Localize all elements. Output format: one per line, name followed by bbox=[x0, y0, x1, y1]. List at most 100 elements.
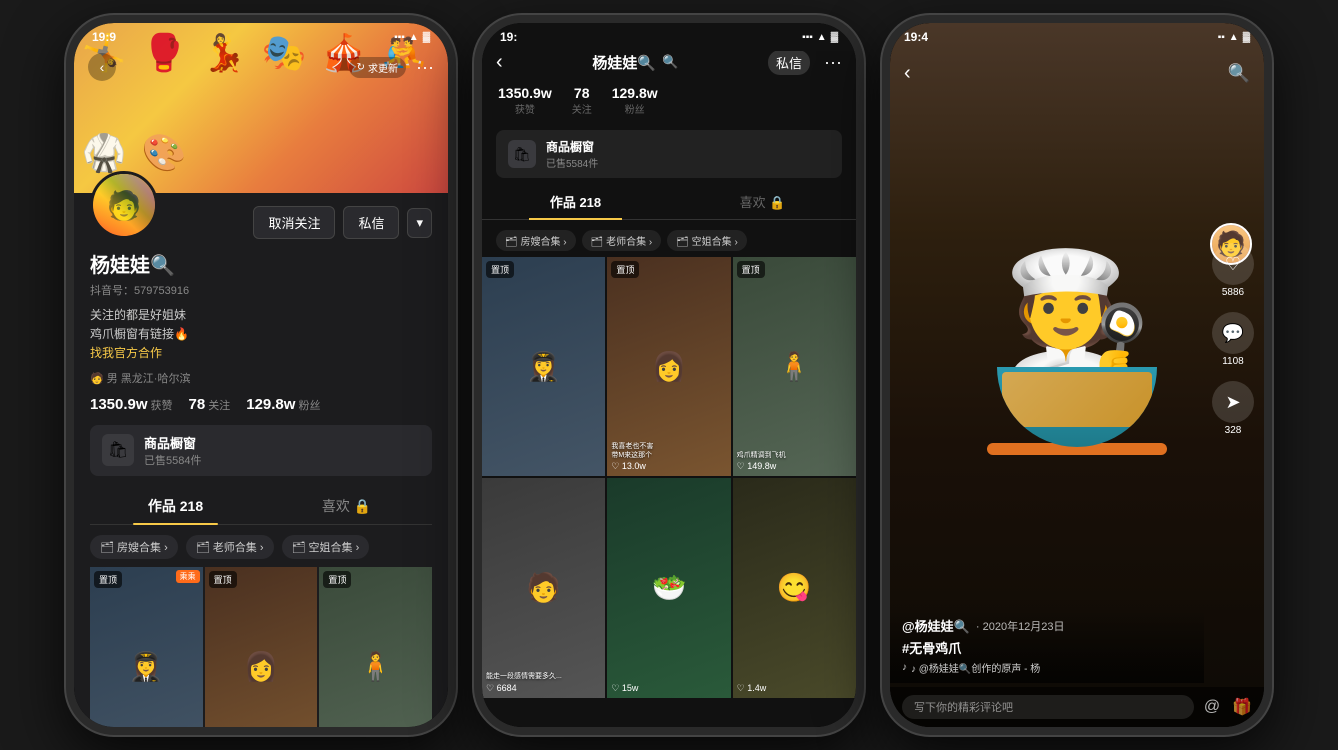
ph2-thumb-5[interactable]: 🥗 ♡ 15w bbox=[607, 478, 730, 697]
update-icon: ↻ bbox=[357, 62, 365, 73]
ph2-chip-3[interactable]: 🗂 空姐合集 › bbox=[667, 230, 747, 251]
battery-icon: ▓ bbox=[423, 32, 430, 43]
tab-works[interactable]: 作品 218 bbox=[90, 488, 261, 524]
share-button[interactable]: ➤ bbox=[1212, 381, 1254, 423]
music-icon: ♪ bbox=[902, 662, 907, 673]
avatar: 🧑 bbox=[90, 171, 158, 239]
profile-header: ‹ ↻ 求更新 ··· bbox=[74, 47, 448, 87]
tabs-row: 作品 218 喜欢 🔒 bbox=[90, 488, 432, 525]
shop-icon: 🛍 bbox=[102, 434, 134, 466]
signal-icon: ▪▪▪ bbox=[394, 32, 405, 43]
phone2-actions: 私信 ··· bbox=[768, 50, 842, 75]
pin-badge: 置顶 bbox=[209, 571, 237, 588]
ph2-shop-sold: 已售5584件 bbox=[546, 155, 598, 170]
followers-stat: 129.8w 粉丝 bbox=[246, 396, 320, 413]
more-options-button[interactable]: ··· bbox=[416, 57, 434, 78]
ph2-thumb-6[interactable]: 😋 ♡ 1.4w bbox=[733, 478, 856, 697]
bio: 关注的都是好姐妹 鸡爪橱窗有链接🔥 找我官方合作 bbox=[90, 306, 432, 364]
bowl-container bbox=[920, 367, 1234, 527]
ph3-username: @杨娃娃🔍 bbox=[902, 616, 970, 635]
chip-teacher[interactable]: 🗂 老师合集 › bbox=[186, 535, 274, 559]
shop-sold: 已售5584件 bbox=[144, 452, 201, 468]
video-thumb-1[interactable]: 👩‍✈️ 置顶 乘乘 bbox=[90, 567, 203, 727]
dm-button-2[interactable]: 私信 bbox=[768, 50, 810, 75]
ph3-header: ‹ 🔍 bbox=[890, 51, 1264, 95]
shop-row[interactable]: 🛍 商品橱窗 已售5584件 bbox=[90, 425, 432, 476]
tab-likes[interactable]: 喜欢 🔒 bbox=[261, 488, 432, 524]
wifi-icon-3: ▲ bbox=[1229, 32, 1239, 43]
battery-icon-3: ▓ bbox=[1243, 32, 1250, 43]
ph3-status-bar: 19:4 ▪▪ ▲ ▓ bbox=[890, 23, 1264, 51]
video-content: 🧑‍🍳 bbox=[890, 23, 1264, 647]
battery-icon: ▓ bbox=[831, 32, 838, 43]
pin-badge: 置顶 bbox=[486, 261, 514, 278]
signal-icon-3: ▪▪ bbox=[1218, 32, 1225, 43]
phone2-content: 19: ▪▪▪ ▲ ▓ ‹ 杨娃娃🔍 🔍 私信 ··· bbox=[482, 23, 856, 727]
unfollow-button[interactable]: 取消关注 bbox=[253, 206, 335, 239]
ph2-chips: 🗂 房嫂合集 › 🗂 老师合集 › 🗂 空姐合集 › bbox=[482, 224, 856, 257]
pin-badge: 置顶 bbox=[94, 571, 122, 588]
chip-housewife[interactable]: 🗂 房嫂合集 › bbox=[90, 535, 178, 559]
ph2-thumb-1[interactable]: 👩‍✈️ 置顶 bbox=[482, 257, 605, 476]
ph2-likes-stat: 1350.9w 获赞 bbox=[498, 85, 552, 116]
update-button[interactable]: ↻ 求更新 bbox=[349, 57, 406, 78]
ph2-thumb-4[interactable]: 🧑 能走一段感情需要多久... ♡ 6684 bbox=[482, 478, 605, 697]
dm-button[interactable]: 私信 bbox=[343, 206, 399, 239]
at-button[interactable]: @ bbox=[1204, 698, 1220, 716]
ph2-stats: 1350.9w 获赞 78 关注 129.8w 粉丝 bbox=[482, 77, 856, 124]
pin-badge: 置顶 bbox=[611, 261, 639, 278]
emoji-button[interactable]: 🎁 bbox=[1232, 697, 1252, 717]
video-grid: 👩‍✈️ 置顶 乘乘 👩 我喜老也不害带M来这那个 置顶 🧍 置顶 🧑 bbox=[90, 567, 432, 727]
pin-badge: 置顶 bbox=[737, 261, 765, 278]
comment-bar: 写下你的精彩评论吧 @ 🎁 bbox=[890, 687, 1264, 727]
wifi-icon: ▲ bbox=[409, 32, 419, 43]
username: 杨娃娃🔍 bbox=[90, 249, 432, 278]
wifi-icon: ▲ bbox=[817, 32, 827, 43]
more-button[interactable]: ▾ bbox=[407, 208, 432, 238]
ph3-date: · 2020年12月23日 bbox=[976, 618, 1065, 634]
comment-button[interactable]: 💬 bbox=[1212, 312, 1254, 354]
back-button[interactable]: ‹ bbox=[88, 53, 116, 81]
douyin-id: 抖音号：579753916 bbox=[90, 282, 432, 298]
pin-badge: 置顶 bbox=[323, 571, 351, 588]
ph2-following-stat: 78 关注 bbox=[572, 85, 592, 116]
profile-section: 🧑 取消关注 私信 ▾ 杨娃娃🔍 抖音号：579753916 关注的都是好姐妹 … bbox=[74, 193, 448, 727]
ph2-chip-2[interactable]: 🗂 老师合集 › bbox=[582, 230, 662, 251]
chip-flight[interactable]: 🗂 空姐合集 › bbox=[282, 535, 370, 559]
ph3-music: ♪ ♪ @杨娃娃🔍创作的原声 - 杨 bbox=[902, 660, 1192, 675]
ph2-thumb-2[interactable]: 👩 我喜老也不害带M来这那个 置顶 ♡ 13.0w bbox=[607, 257, 730, 476]
stats-row: 1350.9w 获赞 78 关注 129.8w 粉丝 bbox=[90, 396, 432, 413]
video-thumb-3[interactable]: 🧍 置顶 bbox=[319, 567, 432, 727]
signal-icon: ▪▪▪ bbox=[802, 32, 813, 43]
ph2-chip-1[interactable]: 🗂 房嫂合集 › bbox=[496, 230, 576, 251]
shop-name: 商品橱窗 bbox=[144, 433, 201, 452]
phone-2: 19: ▪▪▪ ▲ ▓ ‹ 杨娃娃🔍 🔍 私信 ··· bbox=[474, 15, 864, 735]
ph2-thumb-3[interactable]: 🧍 鸡爪精调到飞机 置顶 ♡ 149.8w bbox=[733, 257, 856, 476]
search-button-3[interactable]: 🔍 bbox=[1228, 63, 1250, 84]
ph2-grid: 👩‍✈️ 置顶 👩 我喜老也不害带M来这那个 置顶 ♡ 13.0w 🧍 鸡爪精调… bbox=[482, 257, 856, 700]
ph3-actions: ♡ 5886 💬 1108 ➤ 328 bbox=[1212, 243, 1254, 436]
ph2-tabs: 作品 218 喜欢 🔒 bbox=[482, 184, 856, 220]
filter-chips: 🗂 房嫂合集 › 🗂 老师合集 › 🗂 空姐合集 › bbox=[90, 535, 432, 567]
shop-icon-2: 🛍 bbox=[508, 140, 536, 168]
ph2-followers-stat: 129.8w 粉丝 bbox=[612, 85, 658, 116]
phone3-content: 🧑‍🍳 19:4 ▪▪ ▲ ▓ ‹ bbox=[890, 23, 1264, 727]
more-button-2[interactable]: ··· bbox=[824, 52, 842, 73]
ph3-bottom-info: @杨娃娃🔍 · 2020年12月23日 #无骨鸡爪 ♪ ♪ @杨娃娃🔍创作的原声… bbox=[890, 608, 1204, 683]
like-button[interactable]: ♡ bbox=[1212, 243, 1254, 285]
video-thumb-2[interactable]: 👩 我喜老也不害带M来这那个 置顶 bbox=[205, 567, 318, 727]
comment-input[interactable]: 写下你的精彩评论吧 bbox=[902, 695, 1194, 719]
search-icon[interactable]: 🔍 bbox=[662, 54, 678, 70]
ph2-tab-likes[interactable]: 喜欢 🔒 bbox=[669, 184, 856, 219]
phone-1: 🤸 🥊 💃 🎭 🎪 🤼 🥋 🎨 ‹ ↻ 求更新 ··· bbox=[66, 15, 456, 735]
phone-3: 🧑‍🍳 19:4 ▪▪ ▲ ▓ ‹ bbox=[882, 15, 1272, 735]
back-button-2[interactable]: ‹ bbox=[496, 51, 503, 74]
phone2-title: 杨娃娃🔍 🔍 bbox=[592, 52, 678, 73]
ph2-shop-name: 商品橱窗 bbox=[546, 138, 598, 155]
ph3-hashtag: #无骨鸡爪 bbox=[902, 638, 1192, 657]
likes-stat: 1350.9w 获赞 bbox=[90, 396, 173, 413]
ph2-tab-works[interactable]: 作品 218 bbox=[482, 184, 669, 219]
status-bar-2: 19: ▪▪▪ ▲ ▓ bbox=[482, 23, 856, 51]
ph2-shop[interactable]: 🛍 商品橱窗 已售5584件 bbox=[496, 130, 842, 178]
back-button-3[interactable]: ‹ bbox=[904, 62, 911, 85]
